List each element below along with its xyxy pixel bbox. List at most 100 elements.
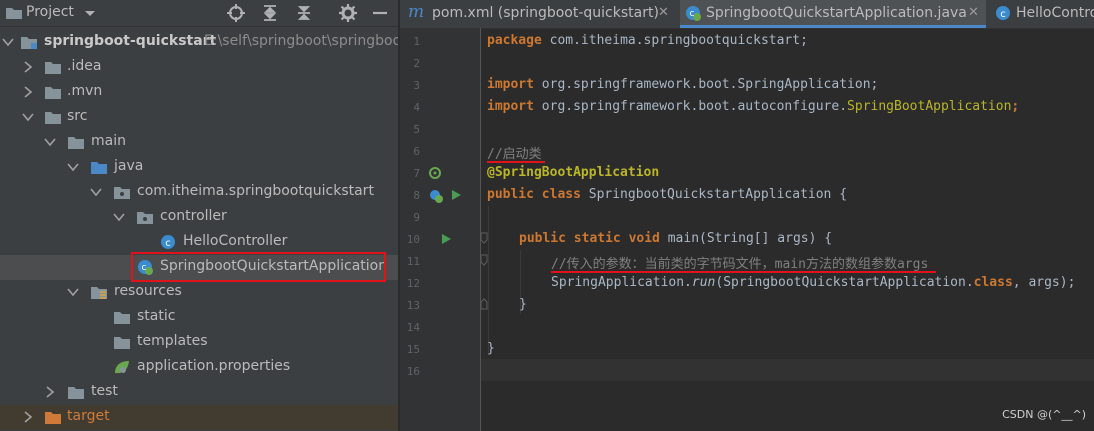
tree-item-label: java: [114, 158, 144, 174]
project-view-title[interactable]: Project: [26, 4, 74, 20]
collapsed-arrow-icon[interactable]: [44, 386, 56, 398]
line-number: 5: [413, 123, 420, 136]
project-folder-icon: [6, 8, 22, 19]
line-number: 2: [413, 57, 420, 70]
tree-item-label: test: [91, 383, 118, 399]
minimize-icon[interactable]: [370, 3, 390, 23]
tree-item-label: springboot-quickstart: [44, 33, 217, 49]
expanded-arrow-icon[interactable]: [67, 161, 79, 173]
tree-item-mvn[interactable]: .mvn: [0, 80, 398, 105]
tree-item-resources[interactable]: resources: [0, 280, 398, 305]
tab-label: SpringbootQuickstartApplication.java: [706, 5, 967, 21]
tree-item-src[interactable]: src: [0, 105, 398, 130]
expand-all-icon[interactable]: [260, 3, 280, 23]
package-icon: [114, 187, 130, 199]
tab-hellocontroller[interactable]: c HelloContro: [990, 0, 1094, 28]
folder-icon: [114, 312, 130, 324]
indent-guide: [488, 206, 489, 354]
run-icon[interactable]: [440, 233, 452, 245]
tab-label: HelloContro: [1016, 5, 1094, 21]
expanded-arrow-icon[interactable]: [113, 211, 125, 223]
tree-item-label: static: [137, 308, 176, 324]
fold-end-icon[interactable]: [480, 298, 488, 310]
tree-item-package-root[interactable]: com.itheima.springbootquickstart: [0, 180, 398, 205]
tree-item-target[interactable]: target: [0, 405, 398, 430]
code-line-13[interactable]: }: [519, 297, 527, 312]
code-line-8[interactable]: public class SpringbootQuickstartApplica…: [487, 187, 847, 202]
tree-item-templates[interactable]: templates: [0, 330, 398, 355]
current-line-highlight: [481, 359, 1094, 381]
line-number: 8: [413, 189, 420, 202]
project-panel-header: Project: [0, 0, 398, 27]
project-panel: Project springboot-quickstart E:\self\sp…: [0, 0, 398, 431]
expanded-arrow-icon[interactable]: [44, 136, 56, 148]
tree-item-static[interactable]: static: [0, 305, 398, 330]
folder-icon: [45, 112, 61, 124]
expanded-arrow-icon[interactable]: [2, 36, 14, 48]
code-line-1[interactable]: package com.itheima.springbootquickstart…: [487, 33, 808, 48]
run-icon[interactable]: [450, 189, 462, 201]
tab-pom-xml[interactable]: m pom.xml (springboot-quickstart) ✕: [400, 0, 678, 28]
line-number: 6: [413, 145, 420, 158]
tree-item-idea[interactable]: .idea: [0, 55, 398, 80]
code-line-10[interactable]: public static void main(String[] args) {: [519, 231, 832, 246]
expanded-arrow-icon[interactable]: [22, 111, 34, 123]
code-line-15[interactable]: }: [487, 341, 495, 356]
folder-icon: [45, 87, 61, 99]
collapsed-arrow-icon[interactable]: [22, 86, 34, 98]
tree-item-label: controller: [160, 208, 227, 224]
class-icon: c: [996, 6, 1010, 20]
locate-target-icon[interactable]: [226, 3, 246, 23]
code-line-4[interactable]: import org.springframework.boot.autoconf…: [487, 99, 1019, 114]
folder-icon: [68, 387, 84, 399]
code-editor: m pom.xml (springboot-quickstart) ✕ c Sp…: [400, 0, 1094, 431]
tree-item-label: HelloController: [183, 233, 288, 249]
line-number: 1: [413, 35, 420, 48]
highlight-box: [131, 252, 386, 282]
module-folder-icon: [21, 37, 37, 49]
tree-item-java[interactable]: java: [0, 155, 398, 180]
line-number: 9: [413, 211, 420, 224]
module-path: E:\self\springboot\springboo: [204, 33, 398, 49]
collapse-all-icon[interactable]: [294, 3, 314, 23]
tree-item-controller[interactable]: controller: [0, 205, 398, 230]
line-number: 14: [406, 321, 420, 334]
folder-icon: [114, 337, 130, 349]
close-icon[interactable]: ✕: [658, 5, 669, 20]
code-line-3[interactable]: import org.springframework.boot.SpringAp…: [487, 77, 878, 92]
tree-item-springboot-quickstart[interactable]: springboot-quickstart E:\self\springboot…: [0, 30, 398, 55]
code-line-12[interactable]: SpringApplication.run(SpringbootQuicksta…: [551, 275, 1075, 290]
active-tab-indicator: [680, 25, 986, 28]
code-line-11[interactable]: //传入的参数：当前类的字节码文件，main方法的数组参数args: [551, 253, 928, 272]
package-icon: [137, 212, 153, 224]
svg-text:c: c: [690, 9, 695, 19]
close-icon[interactable]: ✕: [968, 5, 979, 20]
chevron-down-icon[interactable]: [80, 3, 100, 23]
tree-item-application-properties[interactable]: application.properties: [0, 355, 398, 380]
collapsed-arrow-icon[interactable]: [22, 411, 34, 423]
expanded-arrow-icon[interactable]: [90, 186, 102, 198]
excluded-folder-icon: [45, 412, 61, 424]
gear-icon[interactable]: [338, 3, 358, 23]
tree-item-main[interactable]: main: [0, 130, 398, 155]
spring-properties-icon: [115, 361, 129, 374]
folder-icon: [68, 137, 84, 149]
spring-bean-icon[interactable]: [428, 166, 442, 180]
line-number: 10: [406, 233, 420, 246]
code-line-6[interactable]: //启动类: [487, 143, 542, 162]
code-line-7[interactable]: @SpringBootApplication: [487, 165, 659, 180]
line-number: 11: [406, 255, 420, 268]
tree-item-label: main: [91, 133, 126, 149]
tree-item-test[interactable]: test: [0, 380, 398, 405]
tree-item-label: application.properties: [137, 358, 291, 374]
line-number: 12: [406, 277, 420, 290]
fold-start-icon[interactable]: [480, 232, 488, 244]
tab-springboot-application[interactable]: c SpringbootQuickstartApplication.java ✕: [680, 0, 986, 28]
line-number: 7: [413, 167, 420, 180]
collapsed-arrow-icon[interactable]: [22, 61, 34, 73]
fold-start-icon[interactable]: [480, 254, 488, 266]
expanded-arrow-icon[interactable]: [67, 286, 79, 298]
tree-item-label: target: [67, 408, 110, 424]
resources-folder-icon: [91, 287, 107, 299]
spring-boot-run-icon[interactable]: [428, 188, 444, 204]
